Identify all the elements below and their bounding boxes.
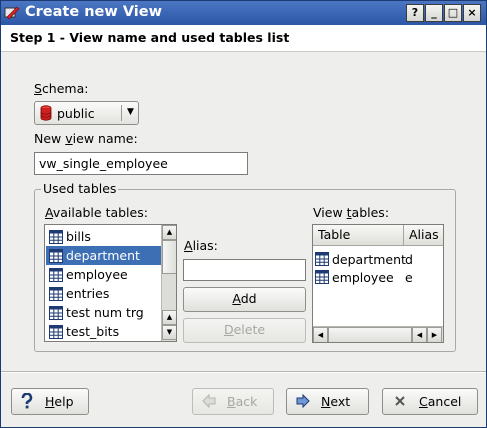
used-tables-title: Used tables — [41, 181, 119, 196]
row-alias: e — [405, 269, 413, 285]
schema-label: Schema: — [34, 81, 89, 96]
table-icon — [49, 286, 63, 301]
question-icon — [21, 393, 33, 409]
scroll-left-icon[interactable]: ◀ — [313, 327, 328, 342]
list-item[interactable]: bills — [46, 227, 161, 246]
list-item[interactable]: employee — [46, 265, 161, 284]
footer-divider — [1, 371, 486, 373]
next-button[interactable]: Next — [286, 388, 369, 415]
delete-button[interactable]: Delete — [183, 318, 306, 343]
table-row[interactable]: department d — [315, 250, 413, 268]
view-tables-list[interactable]: Table Alias department d employee e ◀ ◀ … — [312, 224, 444, 343]
schema-combobox[interactable]: public ▼ — [34, 101, 139, 125]
scroll-up-icon[interactable]: ▲ — [162, 225, 176, 240]
app-icon — [4, 6, 20, 20]
row-alias: d — [405, 251, 413, 267]
schema-value: public — [57, 106, 95, 121]
alias-input[interactable] — [183, 259, 306, 281]
available-tables-label: Available tables: — [45, 205, 148, 220]
add-button[interactable]: Add — [183, 287, 306, 312]
view-name-input[interactable] — [34, 152, 248, 175]
list-item-label: test num trg — [66, 305, 144, 320]
close-icon — [395, 396, 405, 406]
list-item-label: test_bits — [66, 324, 120, 339]
table-icon — [49, 267, 63, 282]
title-bar[interactable]: Create new View ? _ □ × — [1, 1, 486, 25]
scroll-thumb[interactable] — [162, 240, 176, 274]
scroll-down-icon[interactable]: ▼ — [162, 325, 176, 340]
database-icon — [40, 105, 52, 121]
combo-separator — [121, 105, 122, 121]
help-title-button[interactable]: ? — [406, 4, 424, 22]
list-item-label: employee — [66, 267, 128, 282]
list-item[interactable]: department — [46, 246, 161, 265]
available-tables-list[interactable]: bills department employee entries test n… — [44, 224, 177, 342]
available-tables-scrollbar[interactable]: ▲ ▲ ▼ — [161, 225, 176, 341]
table-icon — [315, 270, 329, 284]
row-table-name: employee — [332, 269, 394, 285]
view-name-label: New view name: — [34, 131, 138, 146]
maximize-button[interactable]: □ — [444, 4, 462, 22]
chevron-down-icon: ▼ — [127, 107, 134, 117]
create-view-dialog: Create new View ? _ □ × Step 1 - View na… — [0, 0, 487, 428]
scroll-right-icon[interactable]: ▶ — [427, 327, 442, 342]
help-button[interactable]: Help — [11, 388, 89, 415]
step-title: Step 1 - View name and used tables list — [10, 30, 290, 45]
list-item-label: bills — [66, 229, 91, 244]
arrow-right-icon — [296, 393, 310, 409]
table-icon — [49, 229, 63, 244]
table-icon — [49, 305, 63, 320]
minimize-button[interactable]: _ — [425, 4, 443, 22]
list-item[interactable]: entries — [46, 284, 161, 303]
column-header-alias[interactable]: Alias — [404, 225, 443, 246]
back-button[interactable]: Back — [192, 388, 274, 415]
table-icon — [315, 252, 329, 266]
view-tables-hscrollbar[interactable]: ◀ ◀ ▶ — [313, 326, 443, 342]
close-window-button[interactable]: × — [463, 4, 481, 22]
scroll-left-icon[interactable]: ◀ — [412, 327, 427, 342]
list-item[interactable]: test num trg — [46, 303, 161, 322]
scroll-thumb[interactable] — [328, 327, 412, 342]
view-tables-label: View tables: — [313, 205, 390, 220]
table-icon — [49, 248, 63, 263]
column-header-table[interactable]: Table — [313, 225, 404, 246]
alias-label: Alias: — [184, 238, 218, 253]
step-header: Step 1 - View name and used tables list — [1, 25, 486, 52]
row-table-name: department — [332, 251, 406, 267]
list-item[interactable]: test_bits — [46, 322, 161, 341]
scroll-up-icon[interactable]: ▲ — [162, 310, 176, 325]
window-title: Create new View — [25, 4, 162, 20]
list-item-label: entries — [66, 286, 110, 301]
list-item-label: department — [66, 248, 140, 263]
cancel-button[interactable]: Cancel — [382, 388, 478, 415]
table-icon — [49, 324, 63, 339]
arrow-left-icon — [202, 393, 216, 409]
table-row[interactable]: employee e — [315, 268, 413, 286]
